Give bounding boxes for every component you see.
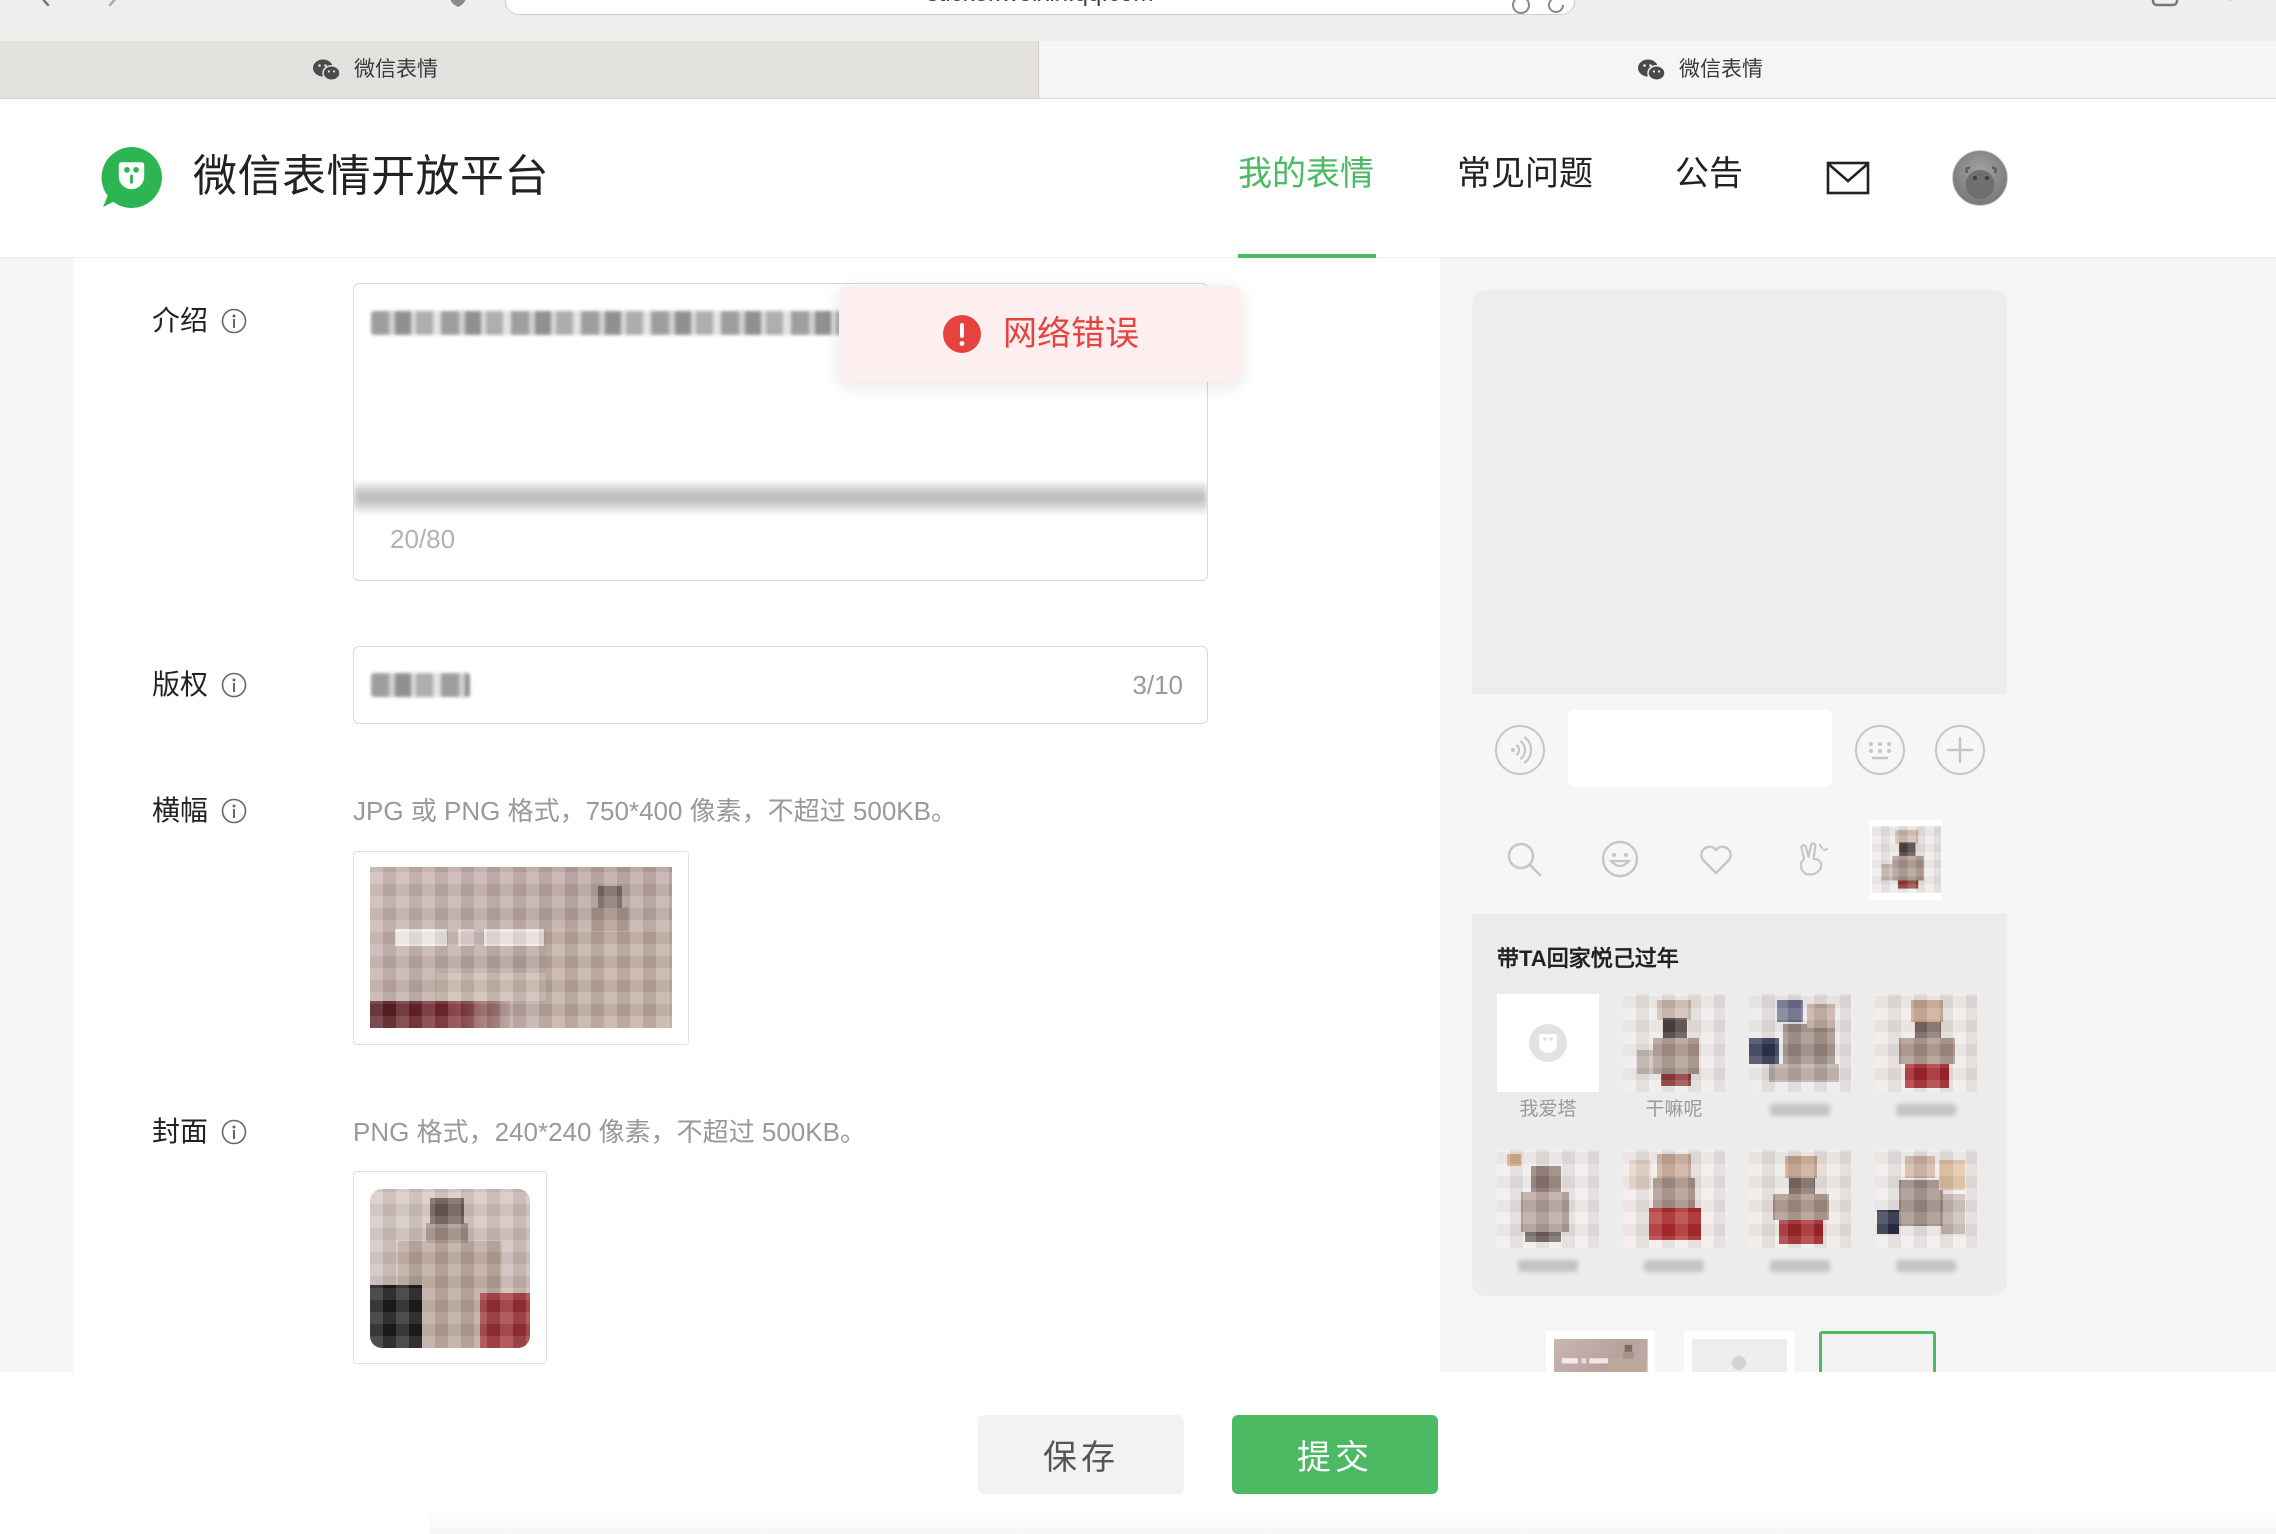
- sticker-label: 干嘛呢: [1645, 1099, 1703, 1120]
- copyright-label: 版权: [152, 669, 209, 700]
- user-avatar-icon[interactable]: [1952, 150, 2008, 206]
- error-icon: [943, 315, 981, 353]
- browser-toolbar: sticker.weixin.qq.com: [0, 0, 2276, 41]
- sticker-label: 我爱塔: [1519, 1099, 1577, 1120]
- sticker-item: [1497, 994, 1599, 1092]
- browser-tab-bar: 微信表情 微信表情: [0, 41, 2276, 99]
- error-toast: 网络错误: [839, 286, 1241, 382]
- voice-icon: [1495, 725, 1545, 775]
- blurred-area: [354, 483, 1207, 513]
- peace-hand-icon: [1799, 842, 1828, 876]
- emoji-keyboard-icon: [1855, 725, 1905, 775]
- info-icon[interactable]: [221, 1119, 247, 1145]
- sticker-item: [1875, 1150, 1977, 1248]
- browser-tab-active[interactable]: 微信表情: [1039, 41, 2276, 99]
- banner-hint: JPG 或 PNG 格式，750*400 像素，不超过 500KB。: [353, 796, 957, 826]
- address-url: sticker.weixin.qq.com: [506, 0, 1574, 8]
- chat-area: [1472, 290, 2007, 694]
- blurred-text: [371, 673, 470, 697]
- toast-message: 网络错误: [1003, 315, 1139, 353]
- cover-mini-dot: [1732, 1356, 1746, 1370]
- nav-my-stickers[interactable]: 我的表情: [1238, 151, 1374, 197]
- sticker-item: [1623, 994, 1725, 1092]
- wechat-icon: [313, 59, 341, 81]
- reload-icon[interactable]: [1546, 0, 1566, 15]
- sticker-item: [1749, 1150, 1851, 1248]
- sticker-label-blurred: [1623, 1254, 1725, 1278]
- info-icon[interactable]: [221, 672, 247, 698]
- sticker-label-blurred: [1749, 1098, 1851, 1122]
- site-title: 微信表情开放平台: [193, 152, 549, 201]
- sticker-tab-bar: [1472, 791, 2007, 914]
- save-button[interactable]: 保存: [978, 1415, 1184, 1494]
- browser-tab-inactive[interactable]: 微信表情: [0, 41, 1039, 99]
- wechat-sticker-logo-icon[interactable]: [99, 145, 164, 210]
- intro-char-counter: 20/80: [390, 524, 456, 554]
- search-icon: [1507, 842, 1542, 877]
- sticker-item: [1497, 1150, 1599, 1248]
- forward-icon[interactable]: [104, 0, 122, 6]
- copyright-input[interactable]: 3/10: [353, 646, 1208, 724]
- share-icon[interactable]: [2150, 0, 2180, 8]
- site-header: 微信表情开放平台 我的表情 常见问题 公告: [0, 99, 2276, 258]
- selected-pack-thumbnail: [1870, 820, 1942, 900]
- cover-hint: PNG 格式，240*240 像素，不超过 500KB。: [353, 1117, 866, 1147]
- intro-label: 介绍: [152, 305, 209, 336]
- banner-upload[interactable]: [353, 851, 689, 1045]
- sticker-label-blurred: [1875, 1254, 1977, 1278]
- sticker-label-blurred: [1875, 1098, 1977, 1122]
- shield-icon[interactable]: [448, 0, 468, 8]
- sticker-placeholder-icon: [1529, 1024, 1567, 1062]
- nav-announcements[interactable]: 公告: [1675, 151, 1743, 197]
- tab-title: 微信表情: [1679, 58, 1763, 81]
- sticker-item: [1875, 994, 1977, 1092]
- wechat-icon: [1638, 59, 1666, 81]
- info-icon[interactable]: [221, 798, 247, 824]
- sticker-pack-panel: 带TA回家悦己过年 我爱塔 干嘛呢: [1472, 914, 2007, 1296]
- banner-label: 横幅: [152, 795, 209, 826]
- chat-input-bar: [1472, 694, 2007, 791]
- info-icon[interactable]: [221, 308, 247, 334]
- address-bar[interactable]: sticker.weixin.qq.com: [505, 0, 1575, 15]
- nav-faq[interactable]: 常见问题: [1457, 151, 1593, 197]
- blurred-text: [371, 311, 843, 335]
- chevron-down-icon[interactable]: [2220, 0, 2240, 6]
- plus-icon: [1935, 725, 1985, 775]
- cover-upload[interactable]: [353, 1171, 547, 1364]
- sticker-item: [1749, 994, 1851, 1092]
- heart-icon: [1700, 845, 1732, 875]
- tab-title: 微信表情: [354, 58, 438, 81]
- copyright-char-counter: 3/10: [1132, 670, 1183, 700]
- smiley-icon: [1601, 840, 1639, 878]
- chat-input-box: [1568, 710, 1832, 787]
- sticker-pack-title: 带TA回家悦己过年: [1497, 946, 1679, 971]
- avatar-face-icon: [1965, 166, 1997, 180]
- submit-button[interactable]: 提交: [1232, 1415, 1438, 1494]
- mail-icon[interactable]: [1826, 160, 1870, 196]
- sticker-preview-panel: 带TA回家悦己过年 我爱塔 干嘛呢: [1472, 290, 2007, 1296]
- banner-image: [370, 867, 672, 1028]
- cover-image: [370, 1189, 530, 1348]
- pack-cover-mini: [1872, 826, 1942, 893]
- reader-icon[interactable]: [1511, 0, 1531, 15]
- sticker-label-blurred: [1749, 1254, 1851, 1278]
- sticker-item: [1623, 1150, 1725, 1248]
- footer-action-bar: 保存 提交: [0, 1372, 2276, 1534]
- sticker-label-blurred: [1497, 1254, 1599, 1278]
- cover-label: 封面: [152, 1116, 209, 1147]
- back-icon[interactable]: [36, 0, 54, 6]
